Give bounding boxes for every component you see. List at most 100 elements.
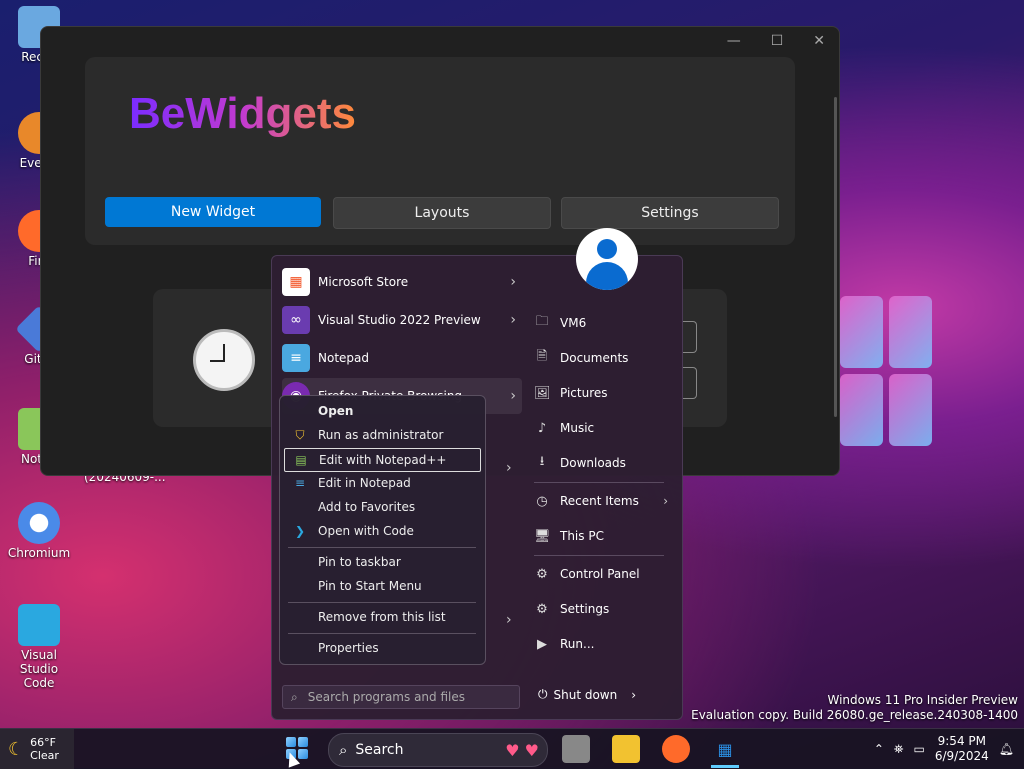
notepad-icon: ≡ <box>294 476 306 490</box>
chromium-icon <box>18 502 60 544</box>
settings-button[interactable]: Settings <box>561 197 779 229</box>
evaluation-watermark: Windows 11 Pro Insider Preview Evaluatio… <box>691 693 1018 723</box>
context-label: Add to Favorites <box>318 500 416 514</box>
context-pin-start[interactable]: Pin to Start Menu <box>284 575 481 597</box>
taskbar-search[interactable]: ⌕ Search ♥ ♥ <box>328 733 548 767</box>
places-label: Recent Items <box>560 494 639 508</box>
layouts-button[interactable]: Layouts <box>333 197 551 229</box>
bewidgets-header-panel: BeWidgets New Widget Layouts Settings <box>85 57 795 245</box>
context-pin-taskbar[interactable]: Pin to taskbar <box>284 551 481 573</box>
notepadpp-icon: ▤ <box>295 453 307 467</box>
windows-logo-wallpaper <box>840 296 932 446</box>
search-icon: ⌕ <box>291 689 298 704</box>
context-properties[interactable]: Properties <box>284 637 481 659</box>
moon-icon: ☾ <box>8 738 25 760</box>
places-label: VM6 <box>560 316 587 330</box>
settings-gear-icon: ⚙ <box>536 601 548 617</box>
context-label: Remove from this list <box>318 610 446 624</box>
eval-line: Windows 11 Pro Insider Preview <box>827 693 1018 707</box>
places-label: Settings <box>560 602 610 616</box>
desktop-icon-vscode[interactable]: Visual Studio Code <box>4 604 74 690</box>
context-label: Pin to Start Menu <box>318 579 422 593</box>
context-remove-from-list[interactable]: Remove from this list <box>284 606 481 628</box>
places-item-downloads[interactable]: ⭳ Downloads <box>534 448 674 478</box>
file-explorer-icon[interactable] <box>612 735 640 763</box>
power-icon: ⏻ <box>538 687 548 701</box>
places-item-settings[interactable]: ⚙ Settings <box>534 594 674 624</box>
program-item[interactable]: ∞ Visual Studio 2022 Preview › <box>282 302 522 338</box>
context-add-favorites[interactable]: Add to Favorites <box>284 496 481 518</box>
start-search-input[interactable]: ⌕ Search programs and files <box>282 685 520 709</box>
context-open[interactable]: Open <box>284 400 481 422</box>
this-pc-icon: 🖥 <box>534 528 551 544</box>
firefox-icon[interactable] <box>662 735 690 763</box>
context-label: Run as administrator <box>318 428 444 442</box>
divider <box>534 555 664 556</box>
user-folder-icon: 🗀 <box>535 314 549 329</box>
chevron-right-icon: › <box>631 687 637 702</box>
taskbar-clock[interactable]: 9:54 PM 6/9/2024 <box>935 734 989 764</box>
network-icon[interactable]: ⛯ <box>894 742 904 757</box>
chevron-right-icon: › <box>506 460 512 476</box>
context-label: Open with Code <box>318 524 414 538</box>
maximize-button[interactable]: ☐ <box>771 33 784 49</box>
places-item-documents[interactable]: 🗎 Documents <box>534 343 674 373</box>
chevron-right-icon: › <box>663 494 668 508</box>
minimize-button[interactable]: — <box>727 33 741 49</box>
context-label: Properties <box>318 641 379 655</box>
places-item-pictures[interactable]: 🖼 Pictures <box>534 378 674 408</box>
context-label: Open <box>318 404 354 418</box>
task-view-icon[interactable] <box>562 735 590 763</box>
divider <box>534 482 664 483</box>
desktop-icon-label: Chromium <box>7 546 71 560</box>
weather-widget[interactable]: ☾ 66°F Clear <box>0 729 74 769</box>
scrollbar[interactable] <box>834 97 837 417</box>
close-button[interactable]: ✕ <box>813 33 825 49</box>
context-edit-notepad[interactable]: ≡ Edit in Notepad <box>284 472 481 494</box>
search-highlight-icon: ♥ ♥ <box>505 740 539 760</box>
context-label: Edit with Notepad++ <box>319 453 447 467</box>
shutdown-label: Shut down <box>553 687 618 702</box>
speaker-icon[interactable]: ▭ <box>914 742 925 756</box>
places-label: Control Panel <box>560 567 640 581</box>
chevron-right-icon: › <box>510 312 516 328</box>
weather-desc: Clear <box>30 749 59 762</box>
clock-widget-icon <box>193 329 255 391</box>
window-controls: — ☐ ✕ <box>727 33 825 49</box>
desktop-icon-chromium[interactable]: Chromium <box>4 502 74 560</box>
places-item-music[interactable]: ♪ Music <box>534 413 674 443</box>
pictures-icon: 🖼 <box>534 385 551 401</box>
clock-date: 6/9/2024 <box>934 749 989 763</box>
places-item-this-pc[interactable]: 🖥 This PC <box>534 521 674 551</box>
run-icon: ▶ <box>537 636 547 652</box>
music-icon: ♪ <box>537 420 547 436</box>
chevron-up-icon[interactable]: ⌃ <box>874 742 884 756</box>
program-item[interactable]: ≡ Notepad <box>282 340 522 376</box>
context-label: Edit in Notepad <box>318 476 411 490</box>
program-item[interactable]: ▦ Microsoft Store › <box>282 264 522 300</box>
chevron-right-icon: › <box>510 274 516 290</box>
places-item-vm6[interactable]: 🗀 VM6 <box>534 308 674 338</box>
places-label: Music <box>560 421 595 435</box>
vscode-icon: ❯ <box>294 524 306 538</box>
context-edit-notepadpp[interactable]: ▤ Edit with Notepad++ <box>284 448 481 472</box>
context-menu: Open ⛉ Run as administrator ▤ Edit with No… <box>279 395 486 665</box>
context-open-with-code[interactable]: ❯ Open with Code <box>284 520 481 542</box>
places-item-control-panel[interactable]: ⚙ Control Panel <box>534 559 674 589</box>
system-tray: ⌃ ⛯ ▭ 9:54 PM 6/9/2024 🔔︎ <box>874 729 1014 769</box>
divider <box>288 602 476 603</box>
new-widget-button[interactable]: New Widget <box>105 197 321 227</box>
shutdown-button[interactable]: ⏻ Shut down › <box>538 687 636 702</box>
search-placeholder: Search programs and files <box>307 690 465 704</box>
places-item-recent-items[interactable]: ◷ Recent Items › <box>534 486 674 516</box>
divider <box>288 633 476 634</box>
context-run-as-admin[interactable]: ⛉ Run as administrator <box>284 424 481 446</box>
desktop-icon-label: Visual Studio Code <box>19 648 59 690</box>
places-item-run[interactable]: ▶ Run... <box>534 629 674 659</box>
user-avatar[interactable] <box>576 228 638 290</box>
chevron-right-icon: › <box>510 388 516 404</box>
places-label: This PC <box>560 529 604 543</box>
vscode-icon <box>18 604 60 646</box>
documents-icon: 🗎 <box>536 349 548 364</box>
notification-bell-icon[interactable]: 🔔︎ <box>999 742 1014 756</box>
